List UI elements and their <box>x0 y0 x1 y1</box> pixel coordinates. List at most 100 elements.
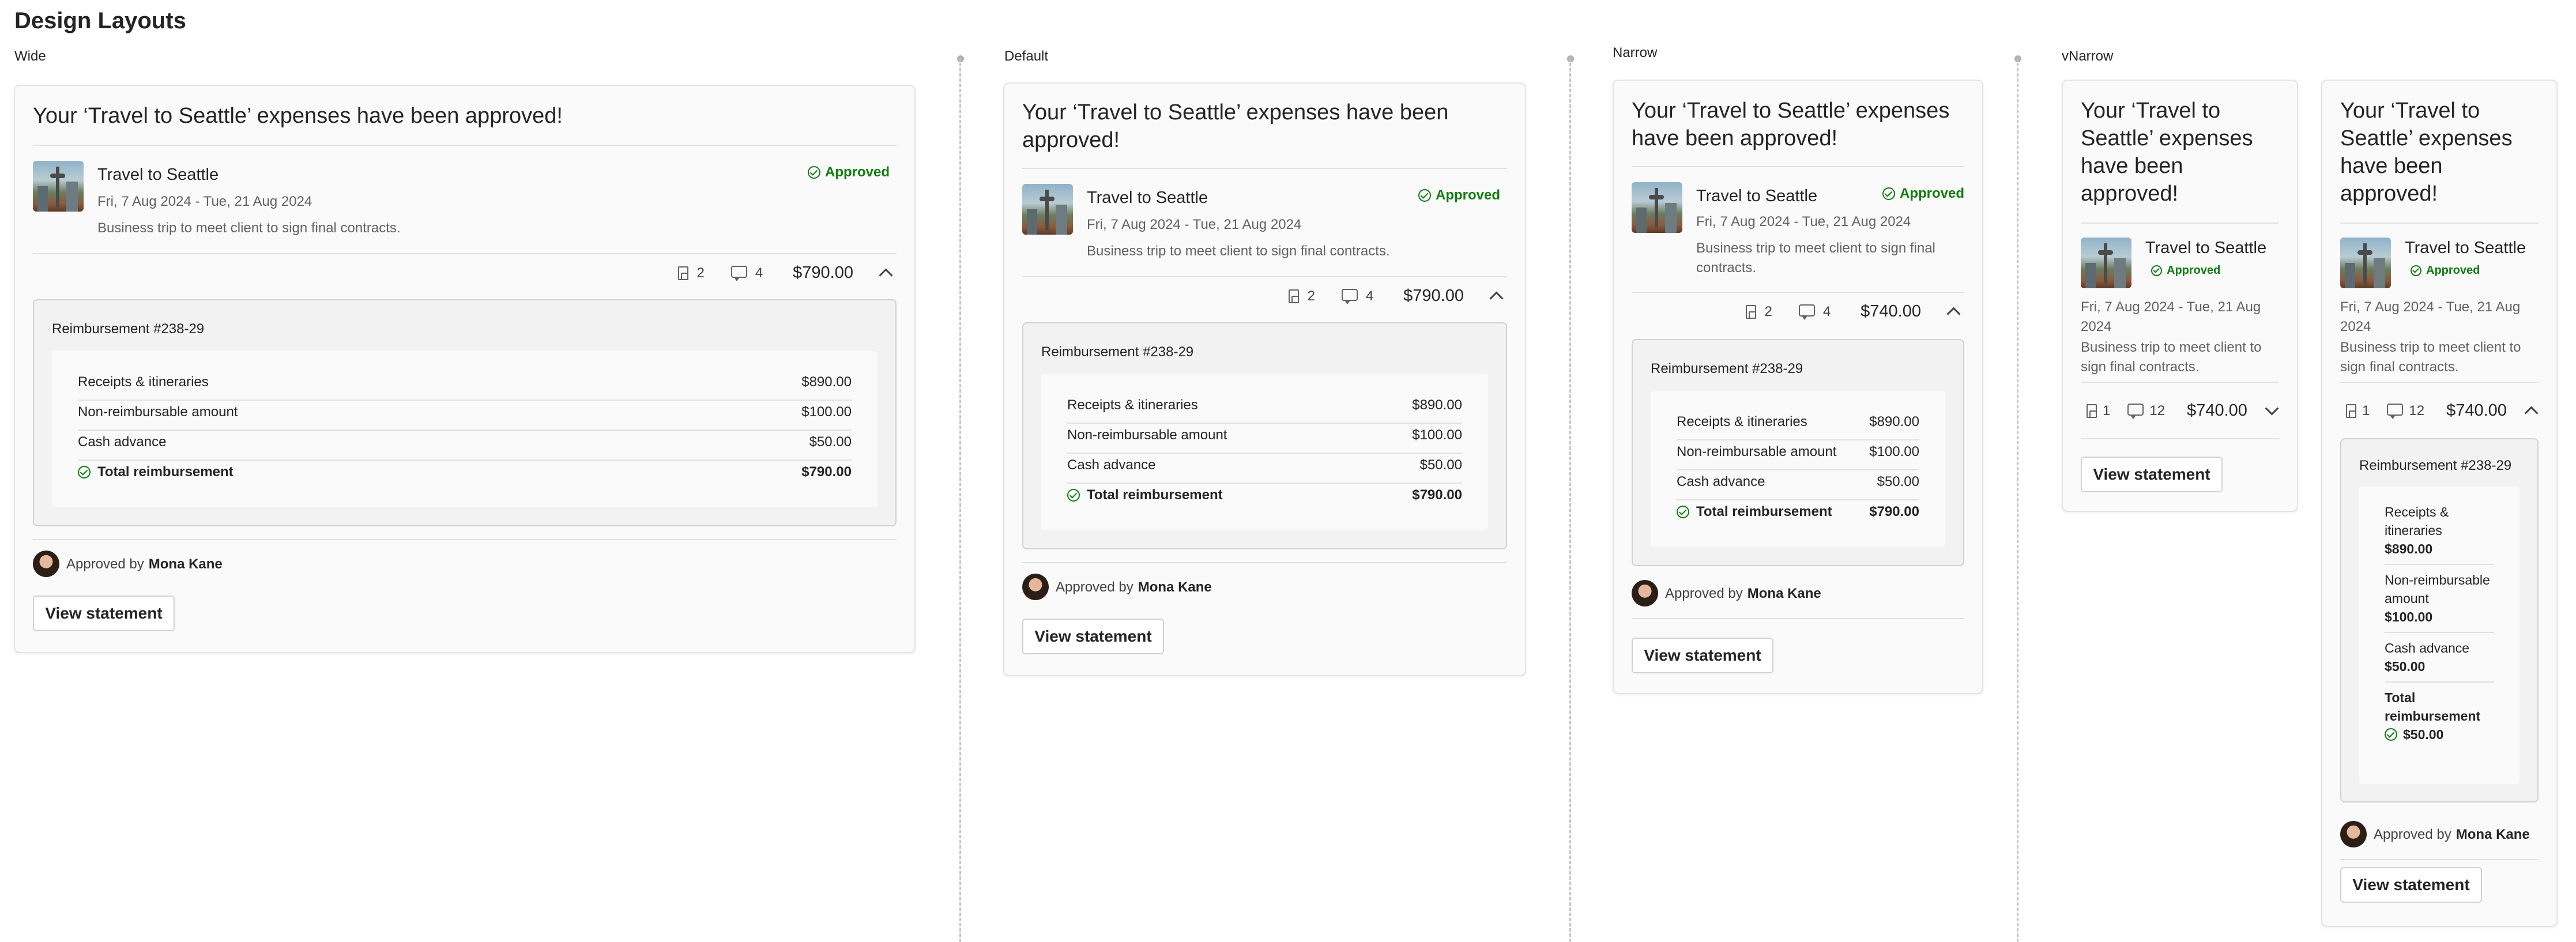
trip-thumbnail <box>33 161 84 212</box>
comment-count: 4 <box>1822 303 1831 319</box>
reimbursement-title: Reimbursement #238-29 <box>1651 361 1803 376</box>
chevron-up-icon[interactable] <box>1489 291 1504 306</box>
attachment-icon <box>1289 289 1300 303</box>
trip-description: Business trip to meet client to sign fin… <box>2081 340 2262 375</box>
attachment-count: 1 <box>2362 402 2370 419</box>
view-statement-button[interactable]: View statement <box>1022 619 1164 654</box>
total-amount: $790.00 <box>1403 287 1464 305</box>
reimbursement-title: Reimbursement #238-29 <box>52 321 205 337</box>
divider <box>33 253 897 254</box>
line-item: Non-reimbursable amount $100.00 <box>2385 572 2490 624</box>
reimbursement-table: Receipts & itineraries Receipts & itiner… <box>2359 487 2519 784</box>
line-item: Cash advance $50.00 <box>2385 640 2470 674</box>
check-circle-icon <box>2151 265 2162 276</box>
chevron-up-icon[interactable] <box>1946 307 1961 321</box>
view-statement-button[interactable]: View statement <box>1632 638 1773 673</box>
status-label: Approved <box>1899 186 1964 201</box>
comment-icon <box>1798 304 1815 320</box>
divider <box>2081 223 2279 224</box>
status-label: Approved <box>2426 264 2480 277</box>
trip-dates: Fri, 7 Aug 2024 - Tue, 21 Aug 2024 <box>1696 214 1911 229</box>
expense-card-default: Your ‘Travel to Seattle’ expenses have b… <box>1003 82 1526 676</box>
expense-card-wide: Your ‘Travel to Seattle’ expenses have b… <box>14 85 916 653</box>
card-title: Your ‘Travel to Seattle’ expenses have b… <box>2340 99 2513 206</box>
approved-by: Approved by Mona Kane <box>1056 579 1212 595</box>
line-item: Cash advance $50.00 <box>1677 474 1919 489</box>
row-divider <box>1067 453 1462 454</box>
divider <box>1632 166 1964 167</box>
attachment-icon <box>678 266 689 280</box>
total-amount: $740.00 <box>2187 401 2247 420</box>
line-item: Receipts & itineraries $890.00 <box>1067 397 1462 413</box>
trip-title: Travel to Seattle <box>1696 187 1818 205</box>
row-divider <box>1677 499 1919 500</box>
view-statement-button[interactable]: View statement <box>2340 867 2482 903</box>
total-row: Total reimbursement $790.00 <box>1067 487 1462 503</box>
line-item: Non-reimbursable amount $100.00 <box>78 404 852 420</box>
check-circle-icon <box>807 166 820 179</box>
avatar <box>1022 574 1049 600</box>
section-divider <box>2017 58 2018 942</box>
check-circle-icon <box>2385 728 2397 741</box>
line-item: Receipts & itineraries Receipts & itiner… <box>2385 504 2449 556</box>
page-title: Design Layouts <box>14 8 186 33</box>
comment-count: 12 <box>2149 402 2166 419</box>
comment-icon <box>730 266 747 281</box>
comment-icon <box>2127 404 2144 419</box>
line-item: Non-reimbursable amount $100.00 <box>1677 444 1919 459</box>
card-title: Your ‘Travel to Seattle’ expenses have b… <box>1022 100 1449 152</box>
reimbursement-details: Reimbursement #238-29 Receipts & itinera… <box>33 299 897 526</box>
approved-by: Approved by Mona Kane <box>2374 827 2530 842</box>
trip-thumbnail <box>2340 238 2391 288</box>
status-label: Approved <box>2167 264 2221 277</box>
approved-by: Approved by Mona Kane <box>66 556 223 572</box>
avatar <box>1632 580 1658 606</box>
status-badge: Approved <box>1882 186 1964 202</box>
line-item: Cash advance $50.00 <box>1067 457 1462 473</box>
trip-title: Travel to Seattle <box>97 165 219 184</box>
row-divider <box>78 429 852 431</box>
reimbursement-table: Receipts & itineraries $890.00 Non-reimbu… <box>1041 374 1488 530</box>
check-circle-icon <box>1677 506 1689 518</box>
reimbursement-details: Reimbursement #238-29 Receipts & itinera… <box>1632 339 1964 566</box>
section-label-wide: Wide <box>14 48 46 64</box>
attachment-icon <box>2346 404 2356 418</box>
trip-dates: Fri, 7 Aug 2024 - Tue, 21 Aug 2024 <box>1087 217 1302 232</box>
section-divider <box>959 58 961 942</box>
comment-count: 4 <box>755 265 763 281</box>
comment-count: 4 <box>1365 288 1374 304</box>
meta-row: 2 4 $740.00 <box>1746 302 1961 321</box>
chevron-down-icon[interactable] <box>2265 401 2279 416</box>
view-statement-button[interactable]: View statement <box>33 596 175 631</box>
row-divider <box>78 400 852 401</box>
line-item: Cash advance $50.00 <box>78 434 852 450</box>
chevron-up-icon[interactable] <box>879 268 893 282</box>
approved-by: Approved by Mona Kane <box>1665 586 1821 601</box>
avatar <box>2340 821 2367 847</box>
total-amount: $790.00 <box>793 263 853 282</box>
chevron-up-icon[interactable] <box>2524 406 2539 420</box>
reimbursement-details: Reimbursement #238-29 Receipts & itinera… <box>2340 438 2539 802</box>
view-statement-button[interactable]: View statement <box>2081 457 2223 492</box>
section-label-vnarrow: vNarrow <box>2062 48 2114 64</box>
divider <box>1632 292 1964 293</box>
divider <box>1022 276 1507 277</box>
check-circle-icon <box>2411 265 2421 276</box>
reimbursement-details: Reimbursement #238-29 Receipts & itinera… <box>1022 322 1507 549</box>
line-item: Non-reimbursable amount $100.00 <box>1067 427 1462 443</box>
trip-thumbnail <box>1632 182 1682 233</box>
status-badge: Approved <box>2411 264 2480 277</box>
divider <box>1022 168 1507 169</box>
row-divider <box>1677 439 1919 440</box>
status-badge: Approved <box>1418 187 1500 204</box>
section-label-narrow: Narrow <box>1613 45 1658 61</box>
status-label: Approved <box>1435 187 1500 203</box>
check-circle-icon <box>1067 489 1080 502</box>
comment-icon <box>1341 289 1358 304</box>
row-divider <box>2385 564 2494 565</box>
check-circle-icon <box>1418 189 1431 202</box>
divider <box>1632 618 1964 619</box>
trip-thumbnail <box>2081 238 2131 288</box>
meta-row: 2 4 $790.00 <box>1289 287 1504 306</box>
divider <box>33 539 897 540</box>
